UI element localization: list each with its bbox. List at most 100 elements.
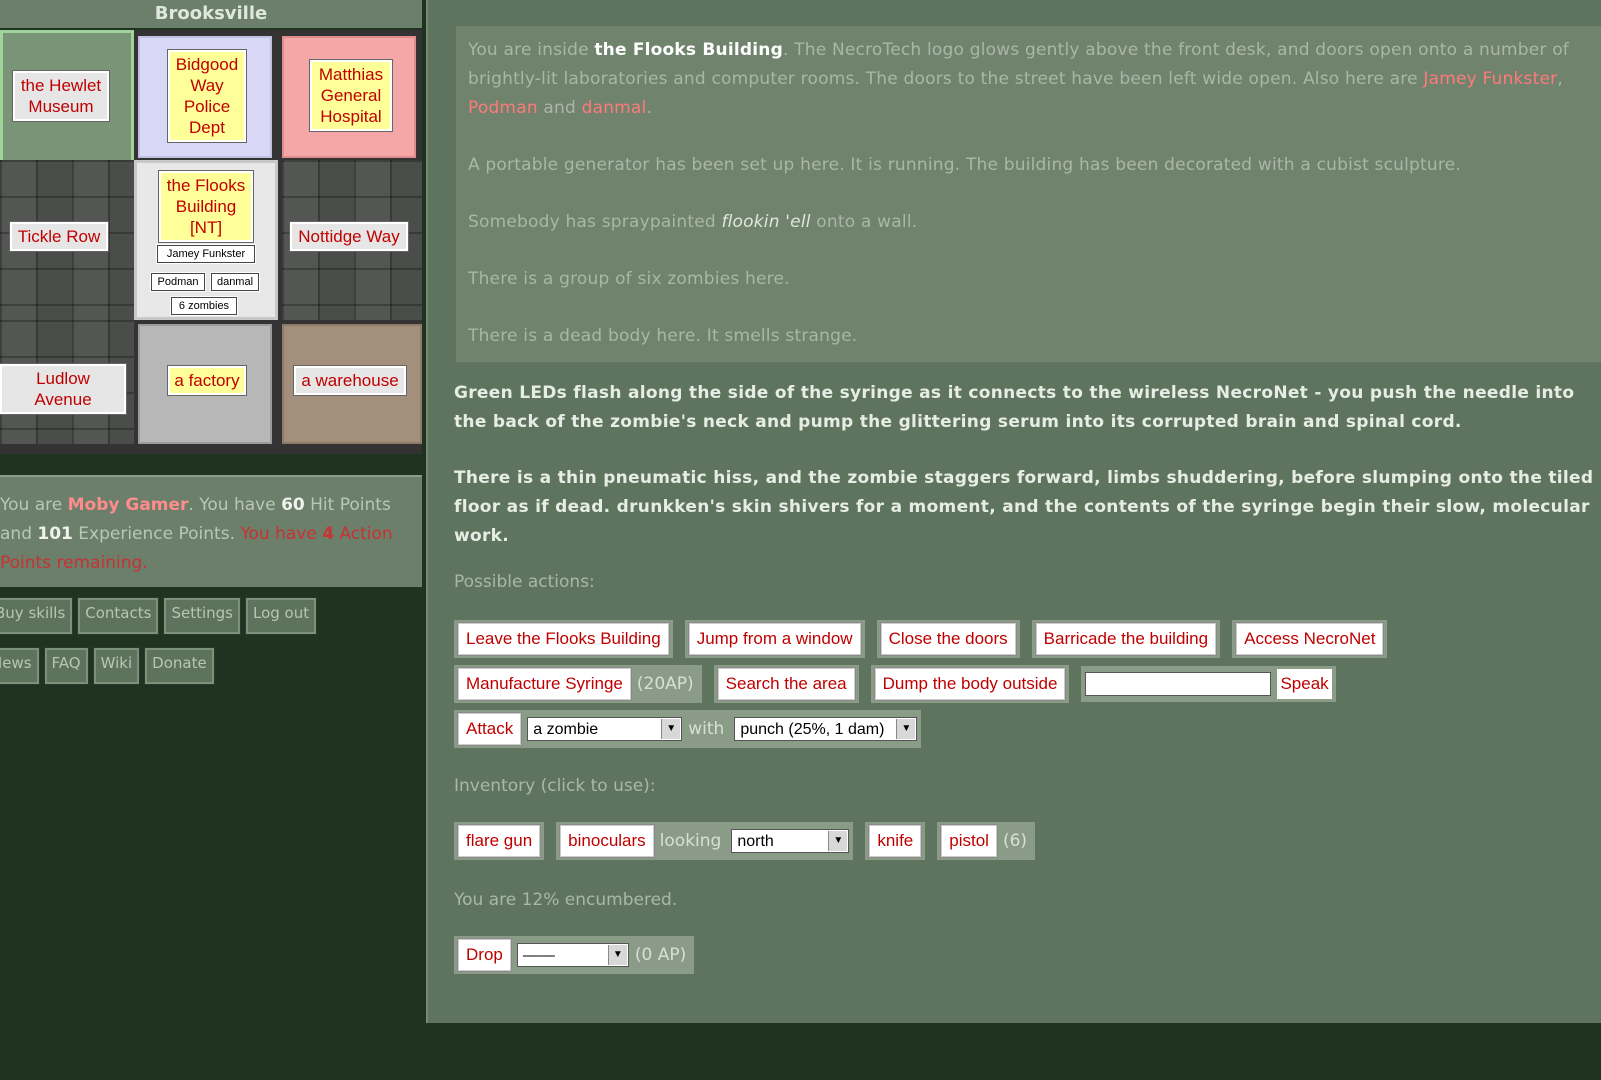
- nav-contacts[interactable]: Contacts: [77, 597, 160, 635]
- map-location-factory[interactable]: a factory: [167, 365, 247, 396]
- player-link-danmal[interactable]: danmal: [582, 98, 647, 118]
- jump-window-button[interactable]: Jump from a window: [687, 622, 862, 656]
- map-cell-police: Bidgood Way Police Dept: [138, 36, 272, 158]
- map-cell-hospital: Matthias General Hospital: [282, 36, 416, 158]
- map-location-nottidge-way[interactable]: Nottidge Way: [289, 221, 409, 252]
- manufacture-cost: (20AP): [636, 674, 694, 694]
- occupant-danmal[interactable]: danmal: [210, 272, 260, 292]
- map-location-warehouse[interactable]: a warehouse: [293, 365, 407, 396]
- desc-text: onto a wall.: [810, 212, 918, 232]
- map-location-hospital[interactable]: Matthias General Hospital: [309, 59, 393, 132]
- pistol-button[interactable]: pistol: [940, 824, 998, 858]
- main-panel: You are inside the Flooks Building. The …: [426, 0, 1601, 1023]
- dump-body-button[interactable]: Dump the body outside: [873, 667, 1067, 701]
- drop-row: Drop —— ▼ (0 AP): [454, 936, 695, 974]
- dead-body-text: There is a dead body here. It smells str…: [468, 326, 858, 346]
- close-doors-button[interactable]: Close the doors: [879, 622, 1017, 656]
- action-points: 4: [322, 524, 335, 544]
- suburb-title: Brooksville: [0, 0, 422, 28]
- actions-label: Possible actions:: [454, 572, 595, 592]
- player-link-podman[interactable]: Podman: [468, 98, 538, 118]
- map-location-tickle-row[interactable]: Tickle Row: [9, 221, 109, 252]
- drop-button[interactable]: Drop: [457, 938, 512, 972]
- search-area-button[interactable]: Search the area: [716, 667, 856, 701]
- map-cell-museum: the Hewlet Museum: [0, 30, 134, 170]
- player-link-jamey[interactable]: Jamey Funkster: [1423, 69, 1557, 89]
- chevron-down-icon: ▼: [607, 945, 627, 965]
- graffiti-text: flookin 'ell: [721, 212, 811, 232]
- left-panel: Brooksville the Hewlet Museum Bidgood Wa…: [0, 0, 422, 1080]
- map-cell-street-sw: Ludlow Avenue: [0, 320, 134, 444]
- message-syringe: Green LEDs flash along the side of the s…: [454, 383, 1575, 432]
- with-label: with: [688, 719, 725, 739]
- drop-item-select[interactable]: —— ▼: [516, 943, 629, 967]
- nav-donate[interactable]: Donate: [144, 647, 215, 685]
- location-description: You are inside the Flooks Building. The …: [456, 26, 1601, 362]
- map-location-museum[interactable]: the Hewlet Museum: [12, 70, 110, 122]
- map-cell-factory: a factory: [138, 324, 272, 444]
- nav-faq[interactable]: FAQ: [43, 647, 89, 685]
- occupant-podman[interactable]: Podman: [150, 272, 206, 292]
- knife-button[interactable]: knife: [868, 824, 923, 858]
- chevron-down-icon: ▼: [661, 719, 681, 739]
- actions-row-2: Manufacture Syringe (20AP) Search the are…: [454, 665, 1336, 703]
- map-cell-street-east: Nottidge Way: [282, 160, 422, 320]
- desc-text: ,: [1557, 69, 1563, 89]
- nav-wiki[interactable]: Wiki: [92, 647, 141, 685]
- flare-gun-button[interactable]: flare gun: [456, 824, 542, 858]
- leave-building-button[interactable]: Leave the Flooks Building: [457, 622, 670, 656]
- inventory-row: flare gun binoculars looking north ▼ knif…: [454, 822, 1036, 860]
- status-text: You have: [240, 524, 323, 544]
- chevron-down-icon: ▼: [828, 831, 848, 851]
- binoculars-direction-select[interactable]: north ▼: [731, 829, 850, 853]
- nav-buy-skills[interactable]: Buy skills: [0, 597, 74, 635]
- map-location-current[interactable]: the Flooks Building [NT]: [158, 170, 254, 243]
- actions-row-3: Attack a zombie ▼ with punch (25%, 1 dam)…: [454, 710, 922, 748]
- speak-input[interactable]: [1085, 672, 1272, 696]
- desc-text: You are inside: [468, 40, 595, 60]
- pistol-ammo: (6): [1002, 831, 1028, 851]
- binoculars-button[interactable]: binoculars: [559, 824, 655, 858]
- chevron-down-icon: ▼: [896, 719, 916, 739]
- desc-text: Somebody has spraypainted: [468, 212, 722, 232]
- map-cell-current: the Flooks Building [NT] Jamey Funkster …: [134, 160, 278, 320]
- map-location-ludlow-avenue[interactable]: Ludlow Avenue: [0, 363, 127, 415]
- building-name: the Flooks Building: [594, 40, 783, 60]
- barricade-button[interactable]: Barricade the building: [1034, 622, 1218, 656]
- occupant-zombies[interactable]: 6 zombies: [170, 296, 238, 316]
- map-cell-warehouse: a warehouse: [282, 324, 422, 444]
- status-text: . You have: [188, 495, 282, 515]
- nav-row-2: News FAQ Wiki Donate: [0, 647, 215, 685]
- encumbrance-text: You are 12% encumbered.: [454, 890, 678, 910]
- drop-item-value: ——: [522, 947, 555, 964]
- experience-points: 101: [37, 524, 73, 544]
- direction-value: north: [737, 833, 774, 850]
- manufacture-syringe-button[interactable]: Manufacture Syringe: [457, 667, 632, 701]
- attack-weapon-select[interactable]: punch (25%, 1 dam) ▼: [734, 717, 918, 741]
- occupant-jamey-funkster[interactable]: Jamey Funkster: [156, 244, 256, 264]
- nav-row-1: Buy skills Contacts Settings Log out: [0, 597, 318, 635]
- speak-button[interactable]: Speak: [1277, 669, 1332, 699]
- message-revive: There is a thin pneumatic hiss, and the …: [454, 468, 1594, 546]
- nav-settings[interactable]: Settings: [163, 597, 241, 635]
- status-text: Experience Points.: [72, 524, 235, 544]
- drop-cost: (0 AP): [634, 945, 687, 965]
- nav-news[interactable]: News: [0, 647, 40, 685]
- access-necronet-button[interactable]: Access NecroNet: [1235, 622, 1385, 656]
- hit-points: 60: [281, 495, 305, 515]
- attack-target-select[interactable]: a zombie ▼: [527, 717, 683, 741]
- actions-row-1: Leave the Flooks Building Jump from a wi…: [454, 620, 1388, 658]
- character-status: You are Moby Gamer. You have 60 Hit Poin…: [0, 475, 422, 587]
- attack-weapon-value: punch (25%, 1 dam): [740, 721, 885, 738]
- generator-text: A portable generator has been set up her…: [468, 155, 1461, 175]
- attack-button[interactable]: Attack: [456, 712, 523, 746]
- map-cell-street-west: Tickle Row: [0, 160, 134, 320]
- desc-text: and: [537, 98, 582, 118]
- desc-text: .: [646, 98, 653, 118]
- nav-log-out[interactable]: Log out: [244, 597, 318, 635]
- inventory-label: Inventory (click to use):: [454, 776, 656, 796]
- looking-label: looking: [659, 831, 722, 851]
- map-location-police[interactable]: Bidgood Way Police Dept: [167, 49, 247, 143]
- zombies-text: There is a group of six zombies here.: [468, 269, 790, 289]
- character-name[interactable]: Moby Gamer: [68, 495, 189, 515]
